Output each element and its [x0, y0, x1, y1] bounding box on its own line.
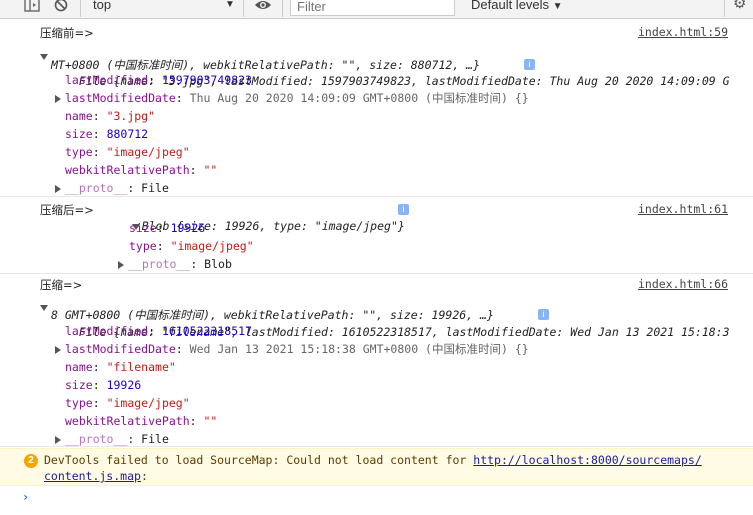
property-row[interactable]: lastModifiedDate: Wed Jan 13 2021 15:18:…	[55, 341, 529, 357]
property-key: size	[65, 127, 93, 141]
property-row: webkitRelativePath: ""	[65, 163, 218, 177]
context-selector[interactable]: top ▼	[93, 0, 235, 16]
collapsed-triangle-icon[interactable]	[55, 94, 61, 103]
log-label: 压缩后=>	[40, 203, 94, 217]
property-key: name	[65, 360, 93, 374]
info-icon: i	[538, 309, 549, 320]
info-icon: i	[398, 204, 409, 215]
collapsed-triangle-icon[interactable]	[55, 345, 61, 354]
log-levels-dropdown[interactable]: Default levels ▼	[471, 0, 563, 16]
collapsed-triangle-icon[interactable]	[55, 435, 61, 444]
summary-line: 8 GMT+0800 (中国标准时间), webkitRelativePath:…	[51, 308, 494, 322]
property-row: size: 880712	[65, 127, 149, 141]
property-value: 1610522318517	[161, 324, 252, 338]
property-row[interactable]: __proto__: File	[55, 180, 169, 196]
property-value: Wed Jan 13 2021 15:18:38 GMT+0800 (中国标准时…	[189, 342, 529, 356]
warning-tail: :	[140, 469, 148, 483]
warning-line-2: content.js.map:	[44, 468, 148, 484]
property-value: 19926	[106, 378, 142, 392]
property-key: size	[129, 221, 157, 235]
console-message: 压缩=> index.html:66 File {name: "filename…	[0, 276, 753, 447]
collapsed-triangle-icon[interactable]	[118, 260, 124, 269]
property-value: "filename"	[106, 360, 176, 374]
warning-count-badge: 2	[24, 454, 38, 468]
source-link[interactable]: index.html:66	[638, 277, 728, 291]
sourcemap-link[interactable]: http://localhost:8000/sourcemaps/	[473, 453, 701, 467]
expanded-triangle-icon[interactable]	[40, 305, 48, 311]
toolbar-divider	[282, 0, 283, 17]
property-value: Thu Aug 20 2020 14:09:09 GMT+0800 (中国标准时…	[189, 91, 529, 105]
collapsed-triangle-icon[interactable]	[55, 184, 61, 193]
source-link[interactable]: index.html:61	[638, 202, 728, 216]
property-row: type: "image/jpeg"	[65, 396, 190, 410]
property-value: ""	[203, 163, 218, 177]
warning-text: DevTools failed to load SourceMap: Could…	[44, 453, 474, 467]
property-value: File	[141, 181, 169, 195]
property-key: __proto__	[65, 181, 128, 195]
log-label: 压缩=>	[40, 278, 83, 292]
property-key: lastModifiedDate	[65, 91, 176, 105]
property-key: type	[129, 239, 157, 253]
toolbar-divider	[243, 0, 244, 17]
sidebar-toggle-icon[interactable]	[24, 0, 40, 16]
property-key: type	[65, 396, 93, 410]
summary-line: MT+0800 (中国标准时间), webkitRelativePath: ""…	[51, 58, 481, 72]
property-value: "3.jpg"	[106, 109, 156, 123]
property-value: 19926	[170, 221, 206, 235]
property-key: lastModified	[65, 73, 149, 87]
settings-gear-icon[interactable]: ⚙	[733, 0, 746, 15]
dropdown-arrow-icon: ▼	[552, 1, 563, 12]
property-row: webkitRelativePath: ""	[65, 414, 218, 428]
property-key: lastModifiedDate	[65, 342, 176, 356]
property-value: Blob	[204, 257, 232, 271]
property-value: "image/jpeg"	[106, 396, 190, 410]
property-value: File	[141, 432, 169, 446]
warning-line-1: DevTools failed to load SourceMap: Could…	[44, 452, 702, 468]
property-value: ""	[203, 414, 218, 428]
property-key: lastModified	[65, 324, 149, 338]
property-key: name	[65, 109, 93, 123]
filter-input[interactable]	[290, 0, 455, 16]
eye-icon[interactable]	[254, 0, 272, 16]
log-label: 压缩前=>	[40, 26, 94, 40]
property-value: 880712	[106, 127, 149, 141]
property-row: type: "image/jpeg"	[129, 239, 254, 253]
warning-message: 2 DevTools failed to load SourceMap: Cou…	[0, 448, 753, 486]
property-row: size: 19926	[129, 221, 206, 235]
property-row: name: "3.jpg"	[65, 109, 156, 123]
property-key: size	[65, 378, 93, 392]
log-levels-label: Default levels	[471, 0, 550, 12]
property-key: __proto__	[65, 432, 128, 446]
property-row[interactable]: __proto__: File	[55, 431, 169, 447]
property-row[interactable]: __proto__: Blob	[118, 256, 232, 272]
property-row: size: 19926	[65, 378, 142, 392]
toolbar-divider	[724, 0, 725, 17]
property-key: webkitRelativePath	[65, 414, 190, 428]
property-row[interactable]: lastModifiedDate: Thu Aug 20 2020 14:09:…	[55, 90, 529, 106]
console-prompt-icon[interactable]: ›	[22, 490, 29, 504]
context-label: top	[93, 0, 112, 12]
dropdown-arrow-icon: ▼	[225, 0, 235, 10]
property-row: lastModified: 1610522318517	[65, 324, 252, 338]
source-link[interactable]: index.html:59	[638, 25, 728, 39]
expanded-triangle-icon[interactable]	[40, 54, 48, 60]
clear-console-icon[interactable]	[54, 0, 70, 16]
property-key: type	[65, 145, 93, 159]
property-row: name: "filename"	[65, 360, 176, 374]
toolbar-divider	[80, 0, 81, 17]
console-toolbar: top ▼ Default levels ▼ ⚙	[0, 0, 753, 19]
property-key: __proto__	[128, 257, 191, 271]
info-icon: i	[524, 59, 535, 70]
property-value: 1597903749823	[161, 73, 252, 87]
sourcemap-link[interactable]: content.js.map	[44, 469, 141, 483]
property-key: webkitRelativePath	[65, 163, 190, 177]
console-message: 压缩前=> index.html:59 File {name: "3.jpg",…	[0, 24, 753, 197]
property-value: "image/jpeg"	[170, 239, 254, 253]
property-value: "image/jpeg"	[106, 145, 190, 159]
property-row: type: "image/jpeg"	[65, 145, 190, 159]
console-message: 压缩后=> index.html:61 Blob {size: 19926, t…	[0, 199, 753, 274]
property-row: lastModified: 1597903749823	[65, 73, 252, 87]
